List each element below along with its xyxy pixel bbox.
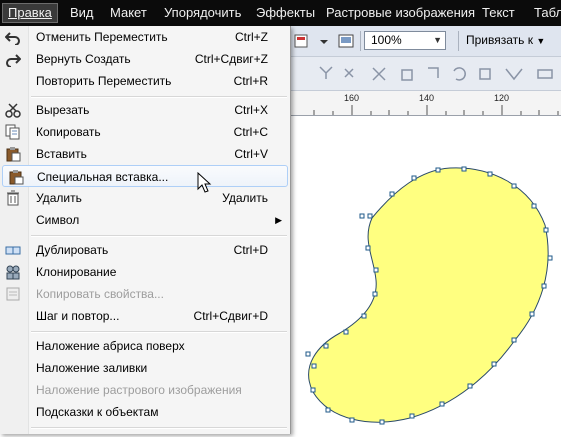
edit-menu: Отменить Переместить Ctrl+Z Вернуть Созд… (0, 26, 291, 434)
mouse-cursor-icon (197, 171, 213, 194)
menu-separator (31, 96, 287, 98)
menu-effects[interactable]: Эффекты (251, 4, 320, 22)
menu-bitmaps[interactable]: Растровые изображения (321, 4, 480, 22)
menu-item-cut[interactable]: Вырезать Ctrl+X (0, 99, 290, 121)
menu-item-delete[interactable]: Удалить Удалить (0, 187, 290, 209)
menu-item-step-repeat[interactable]: Шаг и повтор... Ctrl+Сдвиг+D (0, 305, 290, 327)
menu-item-copy-properties[interactable]: Копировать свойства... (0, 283, 290, 305)
chevron-down-icon: ▼ (433, 35, 442, 45)
menu-item-undo[interactable]: Отменить Переместить Ctrl+Z (0, 26, 290, 48)
menu-separator (31, 427, 287, 429)
menu-table[interactable]: Табл (529, 4, 561, 22)
ruler-label: 140 (419, 93, 435, 103)
menu-item-overprint-bitmap[interactable]: Наложение растрового изображения (0, 379, 290, 401)
menu-item-overprint-fill[interactable]: Наложение заливки (0, 357, 290, 379)
menu-arrange[interactable]: Упорядочить (159, 4, 246, 22)
property-bar-icons[interactable] (290, 57, 561, 90)
bean-shape[interactable] (290, 116, 561, 434)
menu-item-redo[interactable]: Вернуть Создать Ctrl+Сдвиг+Z (0, 48, 290, 70)
clone-icon (5, 264, 21, 280)
drawing-canvas[interactable] (290, 116, 561, 434)
menu-bar: Правка Вид Макет Упорядочить Эффекты Рас… (0, 0, 561, 26)
menu-item-copy[interactable]: Копировать Ctrl+C (0, 121, 290, 143)
dropdown-arrow-icon[interactable] (314, 31, 334, 51)
menu-layout[interactable]: Макет (105, 4, 152, 22)
trash-icon (5, 190, 21, 206)
menu-text[interactable]: Текст (477, 4, 520, 22)
copy-icon (5, 124, 21, 140)
menu-item-overprint-outline[interactable]: Наложение абриса поверх (0, 335, 290, 357)
redo-icon (5, 51, 22, 68)
menu-edit[interactable]: Правка (2, 3, 58, 23)
application-launcher-icon[interactable] (336, 31, 356, 51)
submenu-arrow-icon: ▶ (275, 215, 282, 225)
menu-item-clone[interactable]: Клонирование (0, 261, 290, 283)
menu-item-paste[interactable]: Вставить Ctrl+V (0, 143, 290, 165)
menu-item-object-hints[interactable]: Подсказки к объектам (0, 401, 290, 423)
property-bar (290, 57, 561, 91)
zoom-select[interactable]: 100% ▼ (364, 31, 446, 50)
standard-toolbar: 100% ▼ Привязать к ▼ (290, 26, 561, 57)
menu-separator (31, 235, 287, 237)
duplicate-icon (5, 242, 21, 258)
undo-icon (4, 29, 21, 46)
scissors-icon (5, 102, 21, 118)
horizontal-ruler: 160 140 120 (290, 91, 561, 116)
menu-item-symbol[interactable]: Символ ▶ (0, 209, 290, 231)
paste-icon (5, 146, 21, 162)
ruler-label: 120 (494, 93, 510, 103)
menu-item-paste-special[interactable]: Специальная вставка... (2, 165, 288, 187)
chevron-down-icon: ▼ (536, 36, 546, 46)
export-icon[interactable] (292, 31, 312, 51)
menu-item-duplicate[interactable]: Дублировать Ctrl+D (0, 239, 290, 261)
menu-view[interactable]: Вид (65, 4, 99, 22)
paste-special-icon (8, 169, 24, 185)
ruler-label: 160 (344, 93, 360, 103)
menu-item-repeat[interactable]: Повторить Переместить Ctrl+R (0, 70, 290, 92)
menu-separator (31, 331, 287, 333)
snap-to-dropdown[interactable]: Привязать к ▼ (466, 31, 545, 50)
copy-properties-icon (5, 286, 21, 302)
